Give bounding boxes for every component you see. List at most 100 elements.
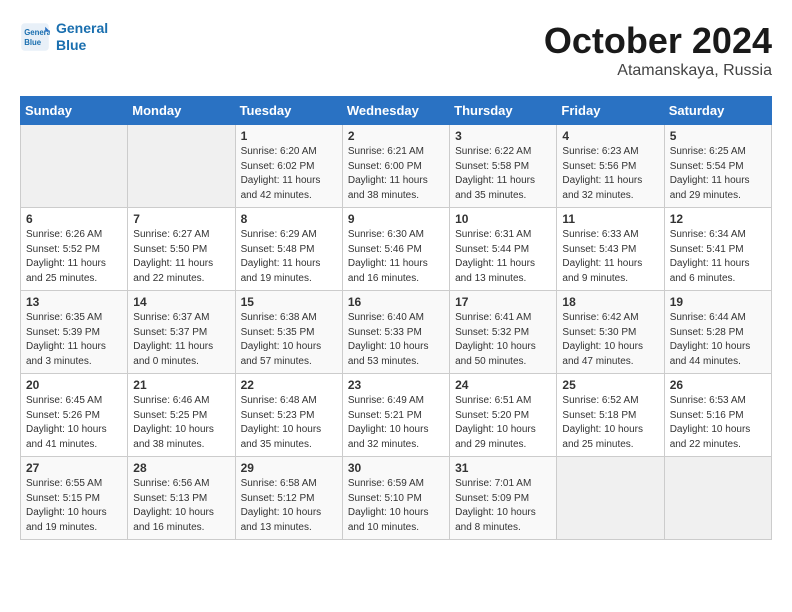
day-number: 27 (26, 461, 122, 475)
calendar-cell: 14 Sunrise: 6:37 AMSunset: 5:37 PMDayligh… (128, 291, 235, 374)
logo-icon: General Blue (20, 22, 50, 52)
calendar-cell: 3 Sunrise: 6:22 AMSunset: 5:58 PMDaylight… (450, 125, 557, 208)
day-number: 14 (133, 295, 229, 309)
calendar-cell: 7 Sunrise: 6:27 AMSunset: 5:50 PMDaylight… (128, 208, 235, 291)
day-number: 11 (562, 212, 658, 226)
calendar-cell: 15Sunrise: 6:38 AMSunset: 5:35 PMDayligh… (235, 291, 342, 374)
day-number: 21 (133, 378, 229, 392)
day-number: 26 (670, 378, 766, 392)
calendar-cell: 30 Sunrise: 6:59 AMSunset: 5:10 PMDayligh… (342, 457, 449, 540)
calendar-cell: 12 Sunrise: 6:34 AMSunset: 5:41 PMDayligh… (664, 208, 771, 291)
calendar-cell: 29 Sunrise: 6:58 AMSunset: 5:12 PMDayligh… (235, 457, 342, 540)
day-number: 29 (241, 461, 337, 475)
calendar-cell: 31 Sunrise: 7:01 AMSunset: 5:09 PMDayligh… (450, 457, 557, 540)
day-info: Sunrise: 6:53 AMSunset: 5:16 PMDaylight:… (670, 394, 766, 452)
calendar-table: SundayMondayTuesdayWednesdayThursdayFrid… (20, 96, 772, 540)
day-info: Sunrise: 6:25 AMSunset: 5:54 PMDaylight:… (670, 145, 766, 203)
weekday-header-friday: Friday (557, 97, 664, 125)
day-number: 25 (562, 378, 658, 392)
calendar-title: October 2024 (544, 20, 772, 62)
day-info: Sunrise: 6:48 AMSunset: 5:23 PMDaylight:… (241, 394, 337, 452)
day-number: 31 (455, 461, 551, 475)
day-number: 3 (455, 129, 551, 143)
weekday-header-wednesday: Wednesday (342, 97, 449, 125)
svg-text:Blue: Blue (24, 38, 42, 47)
logo: General Blue General Blue (20, 20, 108, 54)
calendar-cell: 27 Sunrise: 6:55 AMSunset: 5:15 PMDayligh… (21, 457, 128, 540)
calendar-cell: 20Sunrise: 6:45 AMSunset: 5:26 PMDayligh… (21, 374, 128, 457)
day-info: Sunrise: 6:23 AMSunset: 5:56 PMDaylight:… (562, 145, 658, 203)
day-info: Sunrise: 6:56 AMSunset: 5:13 PMDaylight:… (133, 477, 229, 535)
day-number: 18 (562, 295, 658, 309)
day-number: 1 (241, 129, 337, 143)
calendar-cell (21, 125, 128, 208)
title-block: October 2024 Atamanskaya, Russia (544, 20, 772, 80)
calendar-cell: 13Sunrise: 6:35 AMSunset: 5:39 PMDayligh… (21, 291, 128, 374)
calendar-week-5: 27 Sunrise: 6:55 AMSunset: 5:15 PMDayligh… (21, 457, 772, 540)
calendar-cell: 28 Sunrise: 6:56 AMSunset: 5:13 PMDayligh… (128, 457, 235, 540)
calendar-cell: 9Sunrise: 6:30 AMSunset: 5:46 PMDaylight… (342, 208, 449, 291)
calendar-cell: 6 Sunrise: 6:26 AMSunset: 5:52 PMDaylight… (21, 208, 128, 291)
day-info: Sunrise: 6:31 AMSunset: 5:44 PMDaylight:… (455, 228, 551, 286)
day-info: Sunrise: 6:44 AMSunset: 5:28 PMDaylight:… (670, 311, 766, 369)
calendar-cell: 17 Sunrise: 6:41 AMSunset: 5:32 PMDayligh… (450, 291, 557, 374)
calendar-week-1: 1 Sunrise: 6:20 AMSunset: 6:02 PMDaylight… (21, 125, 772, 208)
day-info: Sunrise: 6:34 AMSunset: 5:41 PMDaylight:… (670, 228, 766, 286)
day-number: 30 (348, 461, 444, 475)
calendar-cell: 22 Sunrise: 6:48 AMSunset: 5:23 PMDayligh… (235, 374, 342, 457)
day-number: 5 (670, 129, 766, 143)
calendar-cell (128, 125, 235, 208)
day-info: Sunrise: 6:30 AMSunset: 5:46 PMDaylight:… (348, 228, 444, 286)
day-info: Sunrise: 6:20 AMSunset: 6:02 PMDaylight:… (241, 145, 337, 203)
day-number: 20 (26, 378, 122, 392)
day-number: 8 (241, 212, 337, 226)
day-number: 7 (133, 212, 229, 226)
calendar-cell: 11Sunrise: 6:33 AMSunset: 5:43 PMDayligh… (557, 208, 664, 291)
day-info: Sunrise: 6:58 AMSunset: 5:12 PMDaylight:… (241, 477, 337, 535)
day-number: 17 (455, 295, 551, 309)
calendar-cell: 26 Sunrise: 6:53 AMSunset: 5:16 PMDayligh… (664, 374, 771, 457)
day-info: Sunrise: 6:29 AMSunset: 5:48 PMDaylight:… (241, 228, 337, 286)
day-info: Sunrise: 6:26 AMSunset: 5:52 PMDaylight:… (26, 228, 122, 286)
weekday-header-sunday: Sunday (21, 97, 128, 125)
day-number: 23 (348, 378, 444, 392)
day-info: Sunrise: 6:51 AMSunset: 5:20 PMDaylight:… (455, 394, 551, 452)
day-number: 24 (455, 378, 551, 392)
day-info: Sunrise: 6:42 AMSunset: 5:30 PMDaylight:… (562, 311, 658, 369)
calendar-cell: 8 Sunrise: 6:29 AMSunset: 5:48 PMDaylight… (235, 208, 342, 291)
calendar-cell: 23 Sunrise: 6:49 AMSunset: 5:21 PMDayligh… (342, 374, 449, 457)
day-info: Sunrise: 7:01 AMSunset: 5:09 PMDaylight:… (455, 477, 551, 535)
day-number: 6 (26, 212, 122, 226)
day-info: Sunrise: 6:49 AMSunset: 5:21 PMDaylight:… (348, 394, 444, 452)
weekday-header-tuesday: Tuesday (235, 97, 342, 125)
day-number: 2 (348, 129, 444, 143)
calendar-cell: 24 Sunrise: 6:51 AMSunset: 5:20 PMDayligh… (450, 374, 557, 457)
calendar-cell: 10 Sunrise: 6:31 AMSunset: 5:44 PMDayligh… (450, 208, 557, 291)
day-number: 12 (670, 212, 766, 226)
day-info: Sunrise: 6:27 AMSunset: 5:50 PMDaylight:… (133, 228, 229, 286)
calendar-week-4: 20Sunrise: 6:45 AMSunset: 5:26 PMDayligh… (21, 374, 772, 457)
calendar-cell: 2 Sunrise: 6:21 AMSunset: 6:00 PMDaylight… (342, 125, 449, 208)
calendar-week-2: 6 Sunrise: 6:26 AMSunset: 5:52 PMDaylight… (21, 208, 772, 291)
day-number: 4 (562, 129, 658, 143)
day-number: 28 (133, 461, 229, 475)
weekday-header-thursday: Thursday (450, 97, 557, 125)
day-number: 22 (241, 378, 337, 392)
day-number: 16 (348, 295, 444, 309)
calendar-cell: 1 Sunrise: 6:20 AMSunset: 6:02 PMDaylight… (235, 125, 342, 208)
day-info: Sunrise: 6:37 AMSunset: 5:37 PMDaylight:… (133, 311, 229, 369)
calendar-cell: 18 Sunrise: 6:42 AMSunset: 5:30 PMDayligh… (557, 291, 664, 374)
calendar-cell (664, 457, 771, 540)
day-info: Sunrise: 6:46 AMSunset: 5:25 PMDaylight:… (133, 394, 229, 452)
day-info: Sunrise: 6:35 AMSunset: 5:39 PMDaylight:… (26, 311, 122, 369)
calendar-cell: 19Sunrise: 6:44 AMSunset: 5:28 PMDayligh… (664, 291, 771, 374)
day-info: Sunrise: 6:55 AMSunset: 5:15 PMDaylight:… (26, 477, 122, 535)
day-info: Sunrise: 6:41 AMSunset: 5:32 PMDaylight:… (455, 311, 551, 369)
calendar-cell: 25Sunrise: 6:52 AMSunset: 5:18 PMDayligh… (557, 374, 664, 457)
day-number: 10 (455, 212, 551, 226)
logo-text-general: General (56, 20, 108, 37)
calendar-cell: 4 Sunrise: 6:23 AMSunset: 5:56 PMDaylight… (557, 125, 664, 208)
day-info: Sunrise: 6:22 AMSunset: 5:58 PMDaylight:… (455, 145, 551, 203)
day-info: Sunrise: 6:21 AMSunset: 6:00 PMDaylight:… (348, 145, 444, 203)
day-info: Sunrise: 6:59 AMSunset: 5:10 PMDaylight:… (348, 477, 444, 535)
